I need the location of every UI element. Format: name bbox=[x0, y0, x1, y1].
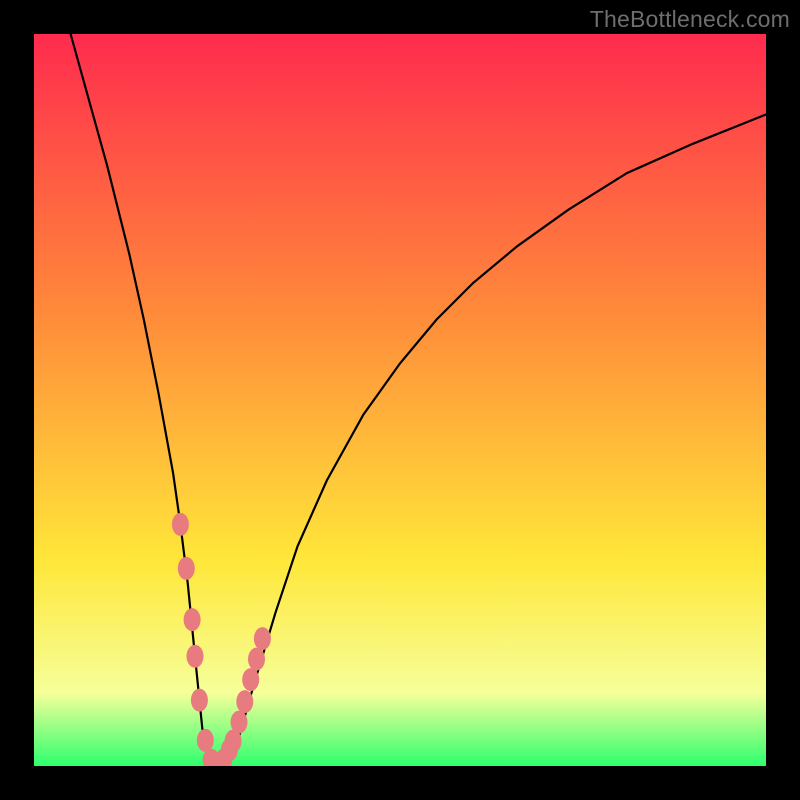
plot-area bbox=[34, 34, 766, 766]
chart-canvas bbox=[34, 34, 766, 766]
curve-marker bbox=[191, 689, 208, 712]
watermark-text: TheBottleneck.com bbox=[590, 6, 790, 33]
curve-marker bbox=[248, 648, 265, 671]
gradient-background bbox=[34, 34, 766, 766]
curve-marker bbox=[242, 668, 259, 691]
curve-marker bbox=[236, 690, 253, 713]
curve-marker bbox=[197, 729, 214, 752]
curve-marker bbox=[178, 557, 195, 580]
curve-marker bbox=[184, 608, 201, 631]
curve-marker bbox=[254, 627, 271, 650]
curve-marker bbox=[231, 711, 248, 734]
curve-marker bbox=[187, 645, 204, 668]
curve-marker bbox=[172, 513, 189, 536]
outer-frame: TheBottleneck.com bbox=[0, 0, 800, 800]
